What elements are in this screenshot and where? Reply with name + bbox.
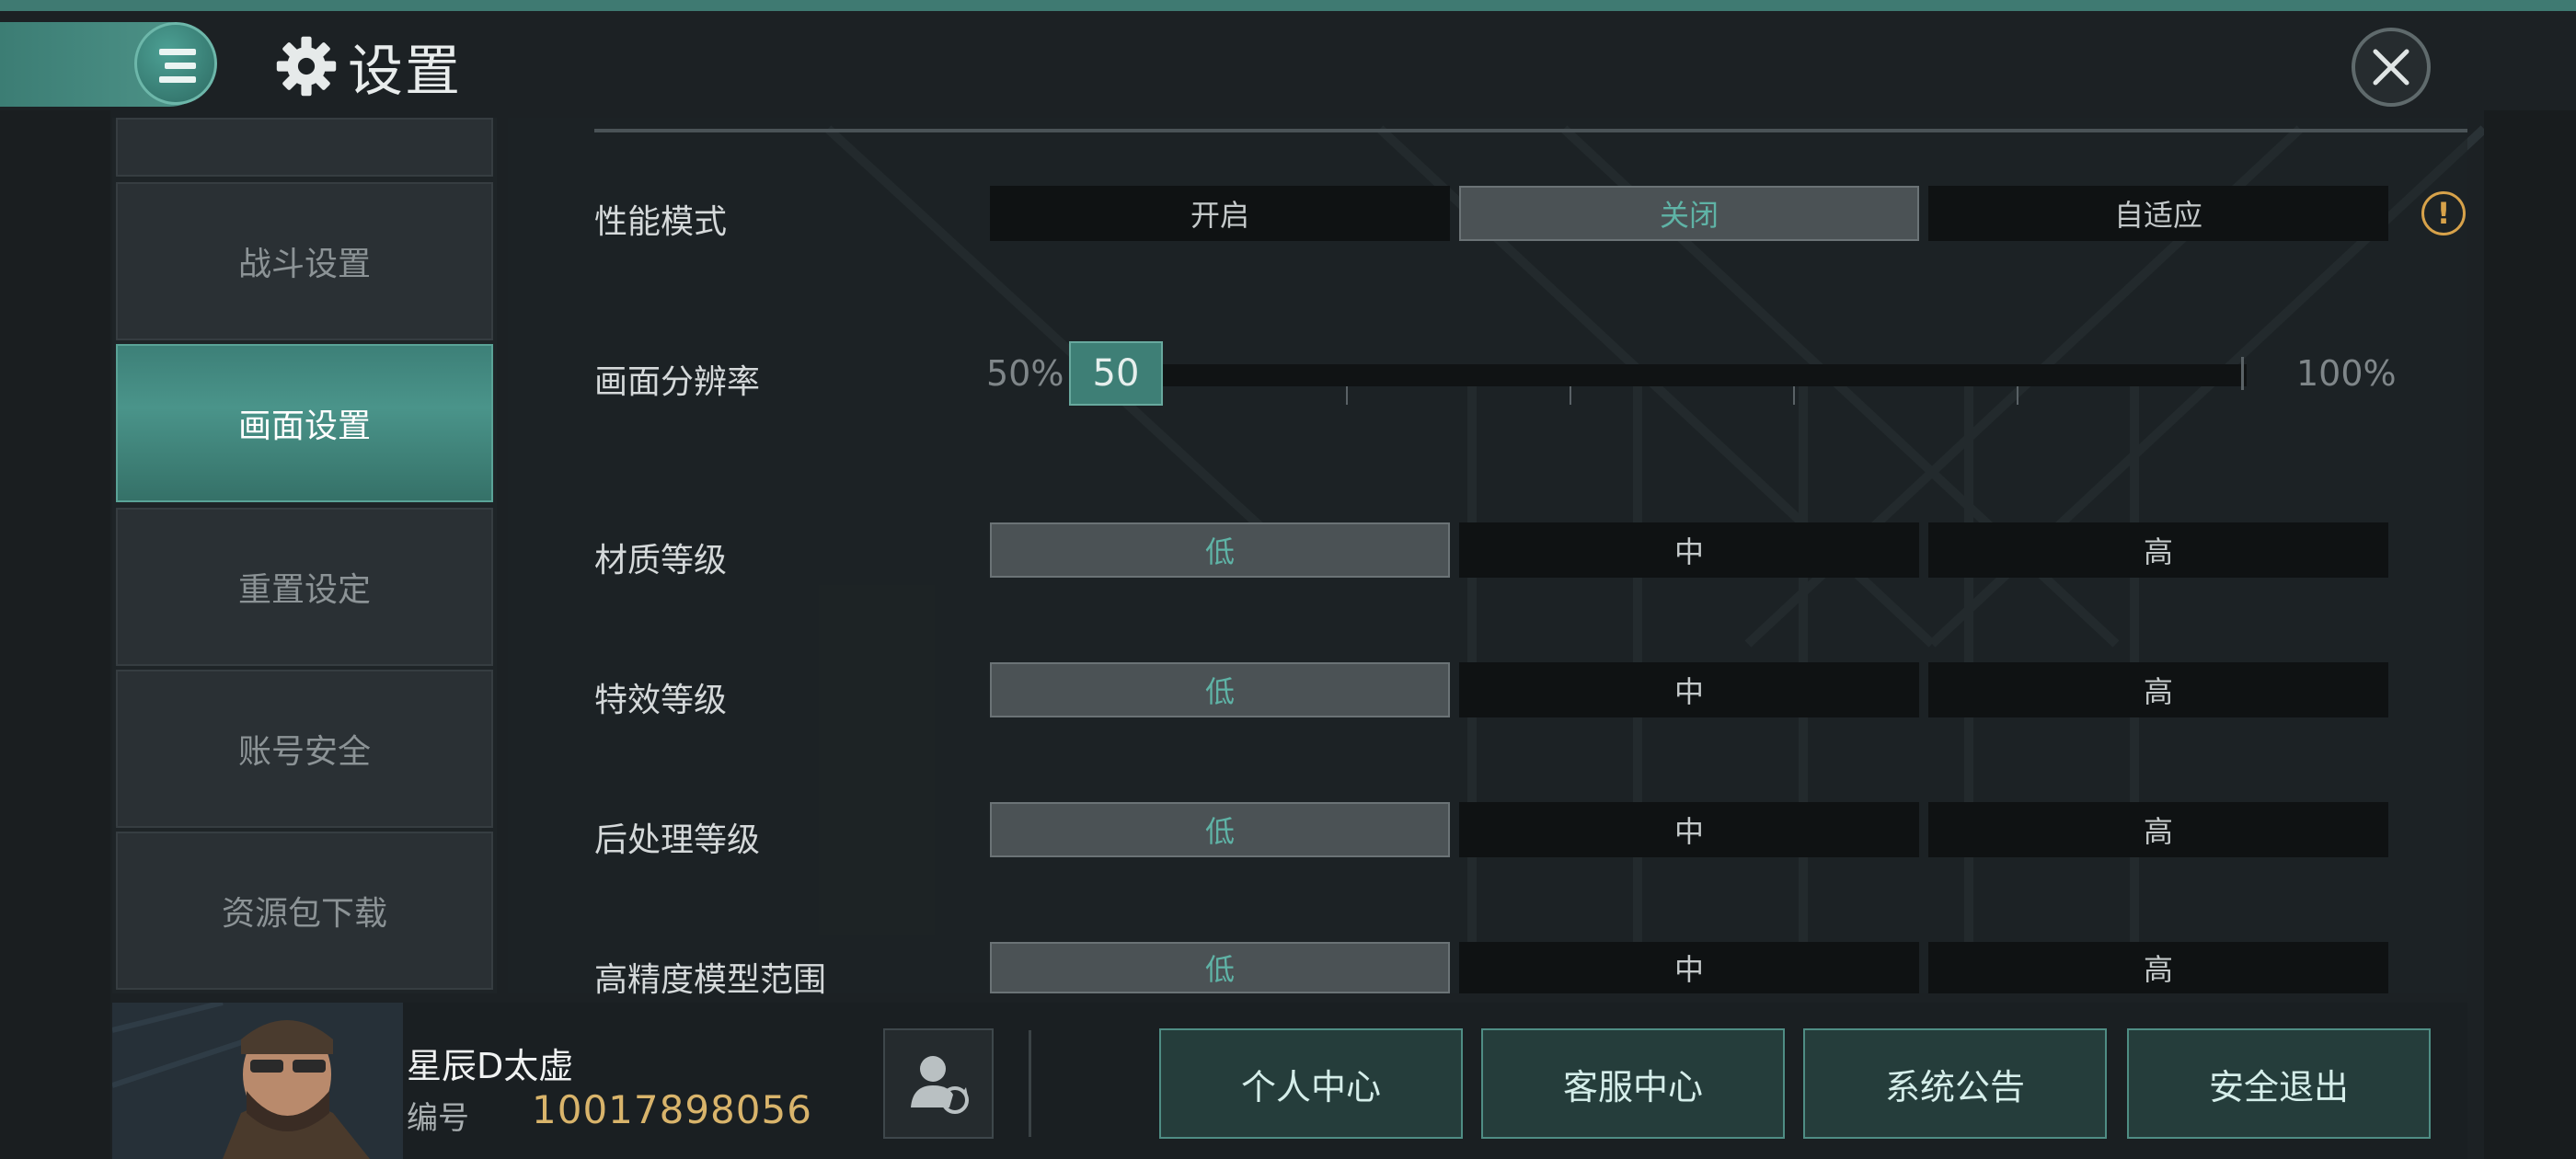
top-accent-strip: [0, 0, 2576, 11]
postprocess-level-medium[interactable]: 中: [1459, 802, 1919, 857]
page-title-group: 设置: [274, 33, 462, 104]
hq-model-range-high[interactable]: 高: [1928, 942, 2388, 993]
effects-level-label: 特效等级: [594, 682, 728, 719]
gear-icon: [276, 36, 337, 97]
sidebar-item-graphics[interactable]: 画面设置: [116, 344, 493, 502]
sidebar-item-label: 账号安全: [237, 733, 371, 771]
profile-center-button[interactable]: 个人中心: [1159, 1028, 1463, 1139]
postprocess-level-label: 后处理等级: [594, 821, 761, 859]
effects-level-high[interactable]: 高: [1928, 662, 2388, 717]
texture-level-medium[interactable]: 中: [1459, 522, 1919, 578]
close-button[interactable]: [2352, 28, 2431, 107]
texture-level-high[interactable]: 高: [1928, 522, 2388, 578]
performance-mode-adaptive[interactable]: 自适应: [1928, 186, 2388, 241]
sidebar-item-label: 重置设定: [237, 571, 371, 609]
system-announcement-button[interactable]: 系统公告: [1803, 1028, 2107, 1139]
sidebar-item-label: 画面设置: [237, 407, 371, 445]
warning-icon[interactable]: !: [2421, 191, 2466, 235]
effects-level-low[interactable]: 低: [990, 662, 1450, 717]
menu-button[interactable]: [134, 22, 217, 105]
postprocess-level-low[interactable]: 低: [990, 802, 1450, 857]
resolution-slider-thumb[interactable]: 50: [1069, 341, 1163, 406]
user-name: 星辰D太虚: [407, 1046, 574, 1086]
slider-end-marker: [2241, 357, 2244, 390]
postprocess-level-high[interactable]: 高: [1928, 802, 2388, 857]
sidebar-item-combat[interactable]: 战斗设置: [116, 182, 493, 340]
page-title: 设置: [348, 39, 462, 104]
slider-tick: [2017, 386, 2018, 405]
sidebar-item-top[interactable]: [116, 118, 493, 177]
sidebar-item-label: 资源包下载: [221, 895, 387, 933]
resolution-max-label: 100%: [2296, 353, 2397, 394]
slider-tick: [1570, 386, 1571, 405]
performance-mode-on[interactable]: 开启: [990, 186, 1450, 241]
close-icon: [2373, 49, 2409, 86]
switch-account-icon: [911, 1056, 969, 1114]
resolution-slider-track[interactable]: [1069, 364, 2247, 386]
sidebar-item-resource-download[interactable]: 资源包下载: [116, 832, 493, 990]
texture-level-label: 材质等级: [594, 542, 728, 580]
performance-mode-off[interactable]: 关闭: [1459, 186, 1919, 241]
sidebar-item-account-security[interactable]: 账号安全: [116, 670, 493, 828]
hq-model-range-label: 高精度模型范围: [594, 961, 827, 999]
sidebar-item-label: 战斗设置: [237, 246, 371, 283]
panel-divider: [594, 129, 2467, 132]
slider-tick: [1793, 386, 1795, 405]
hq-model-range-low[interactable]: 低: [990, 942, 1450, 993]
sidebar-item-reset[interactable]: 重置设定: [116, 508, 493, 666]
switch-account-button[interactable]: [883, 1028, 994, 1139]
performance-mode-label: 性能模式: [594, 203, 728, 241]
footer-divider: [1029, 1030, 1031, 1137]
hq-model-range-medium[interactable]: 中: [1459, 942, 1919, 993]
texture-level-low[interactable]: 低: [990, 522, 1450, 578]
user-id-label: 编号: [407, 1100, 469, 1137]
avatar[interactable]: [112, 1003, 403, 1159]
resolution-label: 画面分辨率: [594, 363, 761, 401]
effects-level-medium[interactable]: 中: [1459, 662, 1919, 717]
safe-logout-button[interactable]: 安全退出: [2127, 1028, 2431, 1139]
resolution-min-label: 50%: [986, 353, 1064, 394]
customer-service-button[interactable]: 客服中心: [1481, 1028, 1785, 1139]
slider-tick: [1346, 386, 1348, 405]
user-id-value: 10017898056: [532, 1087, 812, 1132]
